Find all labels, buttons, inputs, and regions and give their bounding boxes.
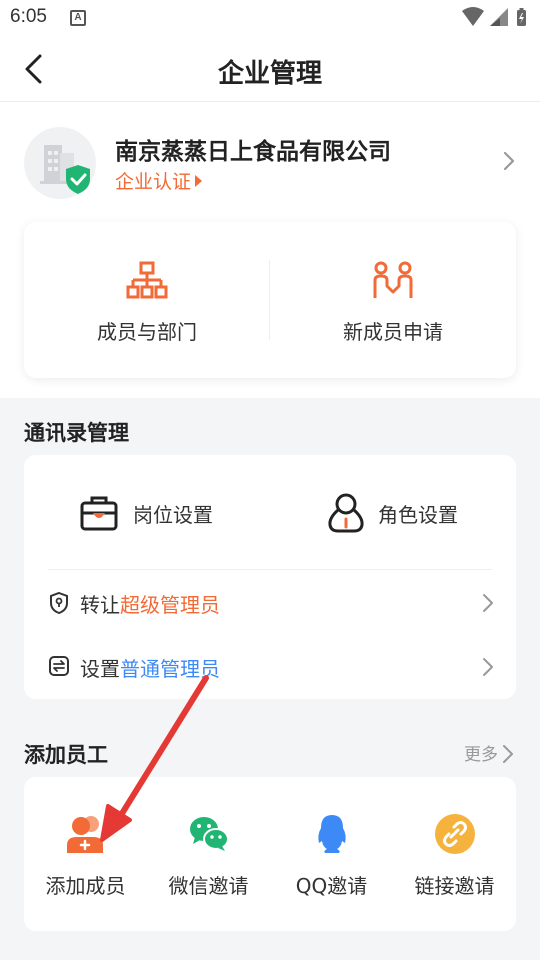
company-name: 南京蒸蒸日上食品有限公司 [115, 139, 391, 165]
contacts-management-card: 岗位设置 角色设置 转让超级管理员 设置普通管理员 [24, 455, 516, 699]
transfer-super-admin-row[interactable]: 转让超级管理员 [24, 573, 516, 633]
normal-admin-highlight: 普通管理员 [120, 657, 220, 681]
set-admin-row[interactable]: 设置普通管理员 [24, 637, 516, 697]
super-admin-highlight: 超级管理员 [120, 593, 220, 617]
link-icon [435, 814, 475, 854]
contacts-section-title: 通讯录管理 [24, 421, 129, 445]
new-member-requests-label: 新成员申请 [343, 320, 443, 344]
add-member-icon [67, 816, 103, 853]
system-status-icons [462, 7, 526, 26]
cert-label: 企业认证 [115, 171, 192, 193]
chevron-right-icon [503, 151, 515, 171]
org-chart-icon [126, 261, 168, 299]
member-apply-icon [373, 261, 413, 298]
role-settings-button[interactable]: 角色设置 [326, 485, 476, 541]
add-member-label: 添加成员 [45, 874, 126, 898]
app-bar: 企业管理 [0, 36, 540, 102]
company-logo [24, 127, 96, 199]
members-departments-button[interactable]: 成员与部门 [24, 222, 270, 378]
qq-icon [318, 815, 346, 853]
company-info-row[interactable]: 南京蒸蒸日上食品有限公司 企业认证 [0, 102, 540, 202]
link-invite-button[interactable]: 链接邀请 [393, 777, 516, 931]
more-label: 更多 [464, 745, 498, 765]
wechat-icon [190, 817, 229, 851]
enterprise-cert-link[interactable]: 企业认证 [115, 167, 203, 194]
set-admin-label: 设置普通管理员 [80, 653, 220, 682]
switch-icon [49, 656, 69, 676]
page-title: 企业管理 [217, 59, 322, 89]
new-member-requests-button[interactable]: 新成员申请 [270, 222, 516, 378]
add-employees-card: 添加成员 微信邀请 QQ邀请 链接邀请 [24, 777, 516, 931]
add-employees-section-title: 添加员工 [24, 743, 108, 767]
more-link[interactable]: 更多 [464, 740, 514, 765]
divider [48, 569, 492, 570]
wechat-invite-button[interactable]: 微信邀请 [147, 777, 270, 931]
chevron-right-icon [483, 658, 493, 676]
position-settings-label: 岗位设置 [133, 503, 213, 527]
briefcase-icon [80, 496, 118, 531]
building-icon [40, 145, 90, 194]
link-invite-label: 链接邀请 [414, 874, 495, 898]
role-settings-label: 角色设置 [378, 503, 458, 527]
chevron-right-icon [503, 745, 513, 763]
members-departments-label: 成员与部门 [97, 320, 197, 344]
status-time: 6:05 [10, 6, 47, 27]
qq-invite-label: QQ邀请 [295, 874, 368, 898]
quick-actions-card: 成员与部门 新成员申请 [24, 222, 516, 378]
chevron-right-icon [483, 594, 493, 612]
add-member-button[interactable]: 添加成员 [24, 777, 147, 931]
caret-right-icon [195, 175, 203, 187]
wechat-invite-label: 微信邀请 [168, 874, 249, 898]
status-bar: 6:05 A [0, 0, 540, 36]
row-prefix: 设置 [80, 657, 120, 681]
row-prefix: 转让 [80, 593, 120, 617]
transfer-super-admin-label: 转让超级管理员 [80, 589, 220, 618]
user-role-icon [328, 493, 364, 533]
qq-invite-button[interactable]: QQ邀请 [270, 777, 393, 931]
notification-icon: A [70, 10, 86, 26]
shield-icon [50, 591, 68, 615]
position-settings-button[interactable]: 岗位设置 [79, 485, 229, 541]
